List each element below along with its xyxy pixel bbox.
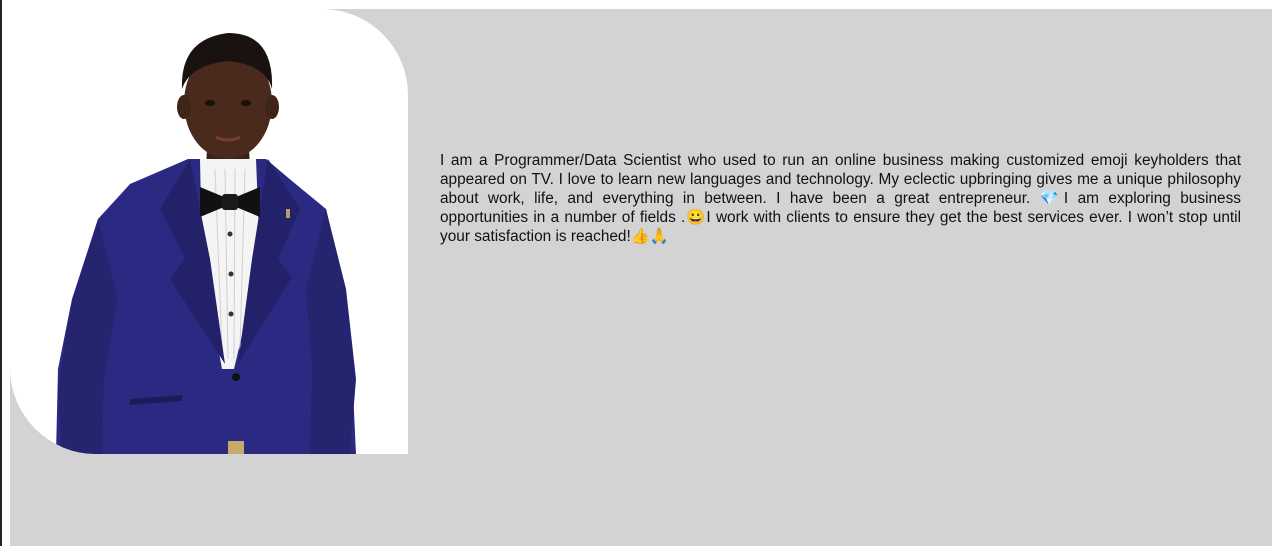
- bio-paragraph: I am a Programmer/Data Scientist who use…: [440, 152, 1241, 245]
- page-right-margin: [1272, 9, 1281, 546]
- profile-photo: [10, 9, 408, 454]
- profile-photo-illustration: [56, 33, 356, 454]
- about-panel: I am a Programmer/Data Scientist who use…: [10, 9, 1272, 546]
- page-left-border: [0, 0, 2, 546]
